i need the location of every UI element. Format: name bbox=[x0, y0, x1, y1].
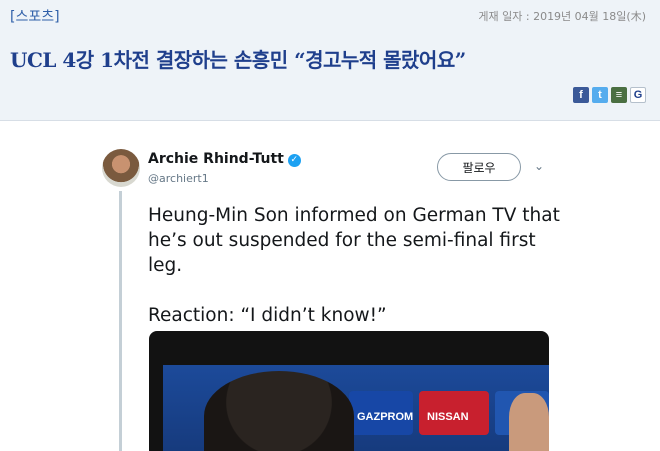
player-head bbox=[204, 371, 354, 451]
tweet-author-handle[interactable]: @archiert1 bbox=[148, 172, 209, 185]
ad-text-gazprom: GAZPROM bbox=[357, 411, 414, 423]
twitter-icon[interactable]: t bbox=[592, 87, 608, 103]
article-header: [스포츠] 게재 일자 : 2019년 04월 18일(木) UCL 4강 1차… bbox=[0, 0, 660, 121]
chevron-down-icon[interactable]: ⌄ bbox=[534, 159, 544, 173]
article-title: UCL 4강 1차전 결장하는 손흥민 “경고누적 몰랐어요” bbox=[10, 48, 466, 72]
messenger-icon[interactable]: ≡ bbox=[611, 87, 627, 103]
embedded-tweet: Archie Rhind-Tutt ✓ @archiert1 팔로우 ⌄ Heun… bbox=[84, 139, 584, 451]
tweet-author-name[interactable]: Archie Rhind-Tutt ✓ bbox=[148, 151, 301, 167]
thread-line bbox=[119, 191, 122, 451]
tweet-reaction: Reaction: “I didn’t know!” bbox=[148, 305, 387, 326]
share-bar: f t ≡ G bbox=[573, 87, 646, 103]
tweet-media-video[interactable]: GAZPROM NISSAN bbox=[149, 331, 549, 451]
verified-icon: ✓ bbox=[287, 154, 301, 167]
avatar[interactable] bbox=[102, 149, 140, 187]
author-name-text: Archie Rhind-Tutt bbox=[148, 151, 284, 167]
ad-text-nissan: NISSAN bbox=[427, 411, 469, 423]
publish-date: 게재 일자 : 2019년 04월 18일(木) bbox=[478, 10, 646, 23]
tweet-text-main: Heung-Min Son informed on German TV that… bbox=[148, 205, 560, 276]
tweet-text: Heung-Min Son informed on German TV that… bbox=[148, 203, 568, 328]
follow-button[interactable]: 팔로우 bbox=[437, 153, 521, 181]
section-label[interactable]: [스포츠] bbox=[10, 6, 60, 26]
player-hand bbox=[509, 393, 549, 451]
google-icon[interactable]: G bbox=[630, 87, 646, 103]
facebook-icon[interactable]: f bbox=[573, 87, 589, 103]
